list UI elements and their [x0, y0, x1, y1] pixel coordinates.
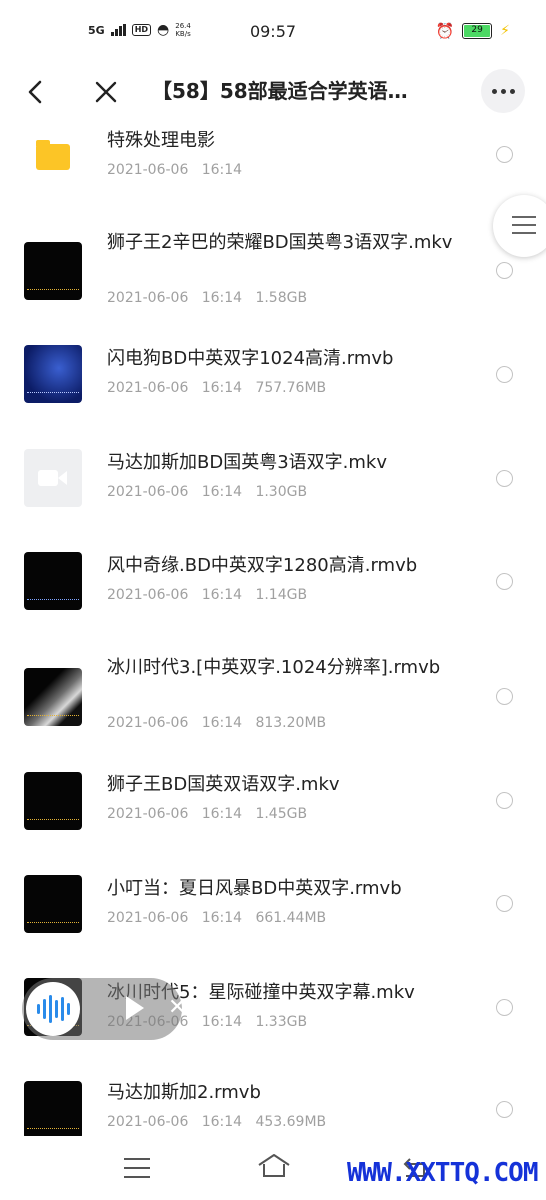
file-size: 661.44MB [255, 910, 327, 926]
file-size: 813.20MB [255, 715, 327, 731]
file-name: 闪电狗BD中英双字1024高清.rmvb [107, 348, 394, 369]
select-radio[interactable] [496, 688, 513, 705]
file-time: 16:14 [201, 290, 243, 306]
list-item[interactable]: 风中奇缘.BD中英双字1280高清.rmvb 2021-06-06 16:14 … [0, 550, 546, 654]
select-radio[interactable] [496, 895, 513, 912]
home-icon[interactable] [256, 1152, 292, 1180]
file-date: 2021-06-06 [107, 715, 189, 731]
list-item[interactable]: 狮子王BD国英双语双字.mkv 2021-06-06 16:14 1.45GB [0, 770, 546, 874]
video-thumbnail [24, 772, 82, 830]
file-size: 1.30GB [255, 484, 308, 500]
select-radio[interactable] [496, 792, 513, 809]
select-radio[interactable] [496, 999, 513, 1016]
select-radio[interactable] [496, 573, 513, 590]
video-thumbnail [24, 1081, 82, 1136]
file-time: 16:14 [201, 1014, 243, 1030]
list-item[interactable]: 马达加斯加2.rmvb 2021-06-06 16:14 453.69MB [0, 1080, 546, 1136]
file-time: 16:14 [201, 484, 243, 500]
file-meta: 2021-06-06 16:14 453.69MB [107, 1114, 326, 1130]
file-size: 1.58GB [255, 290, 308, 306]
side-menu-handle[interactable] [493, 195, 546, 257]
floating-audio-player[interactable]: ✕ [22, 978, 186, 1040]
select-radio[interactable] [496, 366, 513, 383]
file-name: 风中奇缘.BD中英双字1280高清.rmvb [107, 555, 418, 576]
file-name: 狮子王BD国英双语双字.mkv [107, 774, 340, 795]
file-date: 2021-06-06 [107, 380, 189, 396]
file-date: 2021-06-06 [107, 484, 189, 500]
folder-icon [36, 140, 70, 170]
file-date: 2021-06-06 [107, 806, 189, 822]
select-radio[interactable] [496, 262, 513, 279]
back-arrow-icon[interactable] [20, 76, 52, 108]
page-title: 【58】58部最适合学英语… [152, 79, 408, 103]
close-icon[interactable] [90, 76, 122, 108]
list-item[interactable]: 闪电狗BD中英双字1024高清.rmvb 2021-06-06 16:14 75… [0, 342, 546, 446]
alarm-icon: ⏰ [435, 22, 455, 40]
video-thumbnail [24, 552, 82, 610]
file-meta: 2021-06-06 16:14 1.45GB [107, 806, 307, 822]
file-date: 2021-06-06 [107, 910, 189, 926]
file-name: 狮子王2辛巴的荣耀BD国英粤3语双字.mkv [107, 232, 453, 253]
video-thumbnail [24, 242, 82, 300]
file-date: 2021-06-06 [107, 290, 189, 306]
file-time: 16:14 [201, 587, 243, 603]
status-right: ⏰ 29 ⚡ [435, 22, 510, 40]
file-meta: 2021-06-06 16:14 1.14GB [107, 587, 307, 603]
file-date: 2021-06-06 [107, 587, 189, 603]
select-radio[interactable] [496, 1101, 513, 1118]
audio-wave-icon[interactable] [26, 982, 80, 1036]
play-icon[interactable] [126, 996, 144, 1020]
file-meta: 2021-06-06 16:14 757.76MB [107, 380, 326, 396]
list-item[interactable]: 特殊处理电影 2021-06-06 16:14 [0, 124, 546, 224]
file-date: 2021-06-06 [107, 1114, 189, 1130]
recent-apps-icon[interactable] [124, 1158, 150, 1185]
video-thumbnail [24, 449, 82, 507]
file-size: 1.45GB [255, 806, 308, 822]
select-radio[interactable] [496, 470, 513, 487]
file-meta: 2021-06-06 16:14 813.20MB [107, 715, 326, 731]
file-name: 马达加斯加2.rmvb [107, 1082, 261, 1103]
more-dot [500, 88, 506, 94]
charging-icon: ⚡ [500, 23, 510, 39]
list-item[interactable]: 狮子王2辛巴的荣耀BD国英粤3语双字.mkv 2021-06-06 16:14 … [0, 224, 546, 342]
video-camera-icon [38, 468, 68, 488]
battery-level: 29 [464, 25, 491, 37]
file-name: 小叮当：夏日风暴BD中英双字.rmvb [107, 878, 402, 899]
top-bar: 【58】58部最适合学英语… [0, 62, 546, 124]
more-dot [509, 88, 515, 94]
file-meta: 2021-06-06 16:14 661.44MB [107, 910, 326, 926]
video-thumbnail [24, 345, 82, 403]
file-time: 16:14 [201, 162, 243, 178]
watermark: WWW.XXTTQ.COM [347, 1158, 538, 1188]
list-item[interactable]: 小叮当：夏日风暴BD中英双字.rmvb 2021-06-06 16:14 661… [0, 874, 546, 978]
more-dot [491, 88, 497, 94]
file-name: 马达加斯加BD国英粤3语双字.mkv [107, 452, 387, 473]
file-time: 16:14 [201, 1114, 243, 1130]
file-date: 2021-06-06 [107, 162, 189, 178]
select-radio[interactable] [496, 146, 513, 163]
file-meta: 2021-06-06 16:14 [107, 162, 242, 178]
menu-icon [512, 216, 536, 240]
file-size: 757.76MB [255, 380, 327, 396]
file-name: 冰川时代3.[中英双字.1024分辨率].rmvb [107, 657, 441, 678]
video-thumbnail [24, 875, 82, 933]
file-size: 1.33GB [255, 1014, 308, 1030]
close-icon[interactable]: ✕ [168, 994, 186, 1022]
status-bar: 5G HD ◓ 26.4 KB/s 09:57 ⏰ 29 ⚡ [0, 0, 546, 62]
file-time: 16:14 [201, 910, 243, 926]
file-time: 16:14 [201, 715, 243, 731]
file-size: 453.69MB [255, 1114, 327, 1130]
list-item[interactable]: 冰川时代3.[中英双字.1024分辨率].rmvb 2021-06-06 16:… [0, 654, 546, 770]
file-time: 16:14 [201, 806, 243, 822]
file-time: 16:14 [201, 380, 243, 396]
battery-icon: 29 [462, 23, 493, 39]
file-meta: 2021-06-06 16:14 1.30GB [107, 484, 307, 500]
file-meta: 2021-06-06 16:14 1.58GB [107, 290, 307, 306]
video-thumbnail [24, 668, 82, 726]
file-name: 特殊处理电影 [107, 130, 215, 151]
list-item[interactable]: 马达加斯加BD国英粤3语双字.mkv 2021-06-06 16:14 1.30… [0, 446, 546, 550]
more-options-button[interactable] [481, 69, 525, 113]
file-size: 1.14GB [255, 587, 308, 603]
